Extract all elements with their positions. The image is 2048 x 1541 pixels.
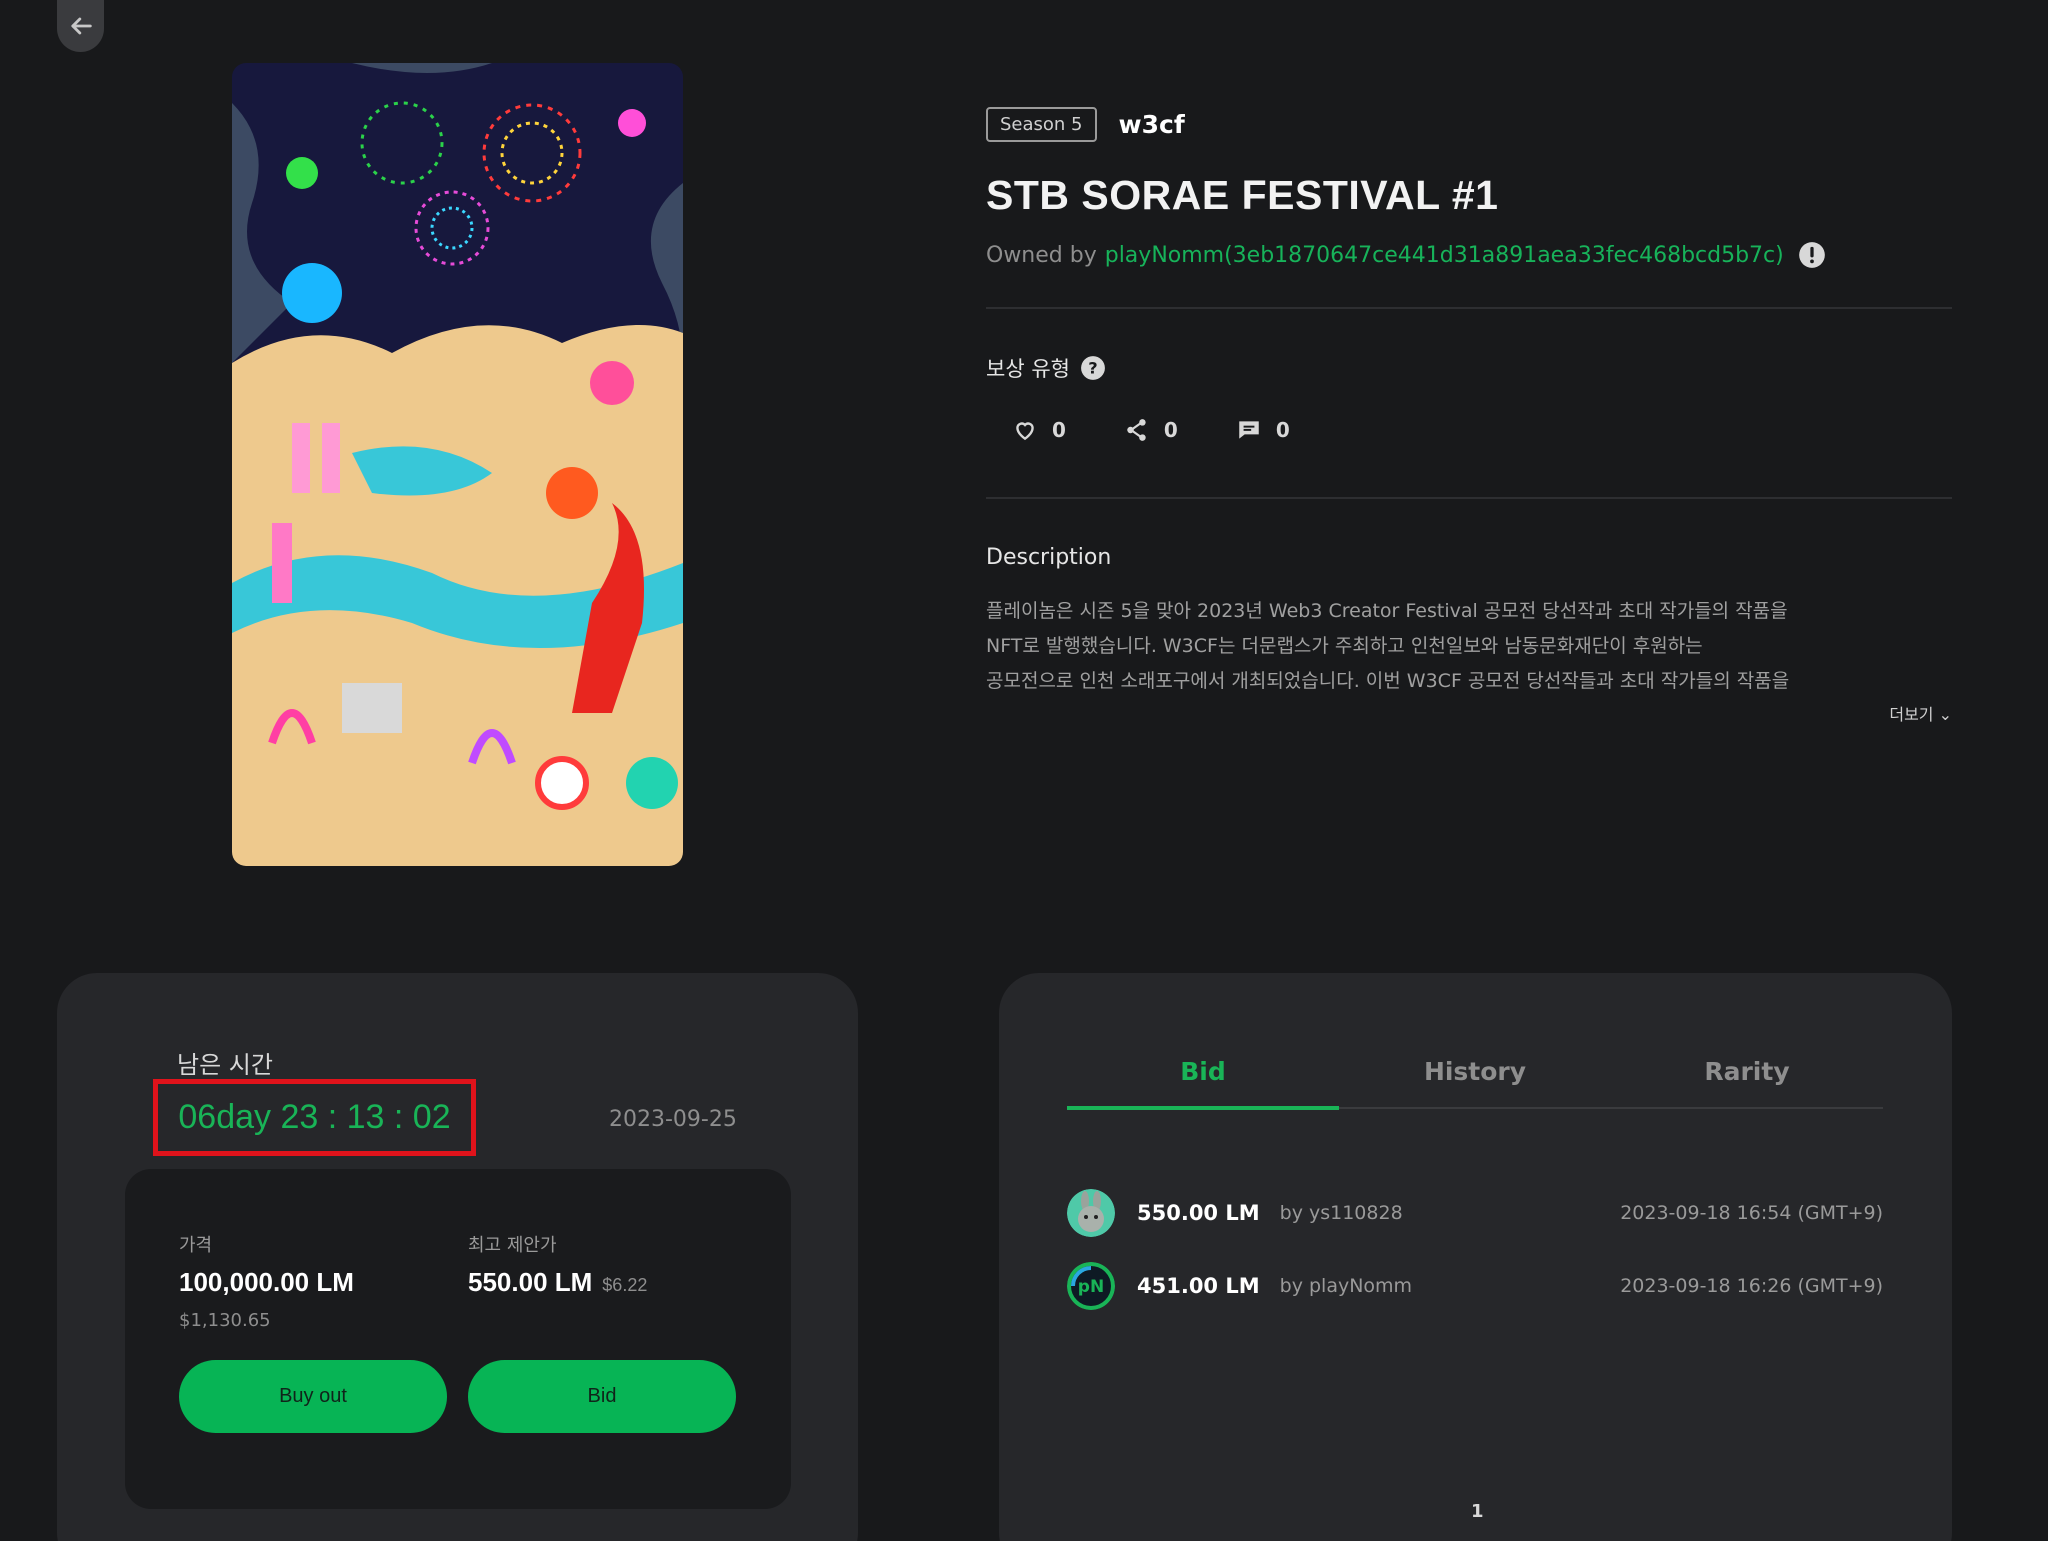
reward-type-label: 보상 유형 xyxy=(986,357,1070,381)
price-card: 가격 100,000.00 LM $1,130.65 최고 제안가 550.00… xyxy=(125,1169,791,1509)
timer-highlight: 06day 23 : 13 : 02 xyxy=(153,1079,476,1156)
bid-amount: 550.00 LM xyxy=(1137,1201,1260,1225)
buy-out-button[interactable]: Buy out xyxy=(179,1360,447,1433)
top-offer-label: 최고 제안가 xyxy=(468,1235,557,1256)
avatar[interactable] xyxy=(1067,1189,1115,1237)
item-info: Season 5 w3cf STB SORAE FESTIVAL #1 Owne… xyxy=(986,104,1952,725)
tab-bid[interactable]: Bid xyxy=(1067,1051,1339,1110)
description-title: Description xyxy=(986,545,1112,570)
bidder-name[interactable]: by ys110828 xyxy=(1280,1202,1403,1224)
bid-button[interactable]: Bid xyxy=(468,1360,736,1433)
price-label: 가격 xyxy=(179,1235,213,1256)
reward-type-row: 보상 유형 ? xyxy=(986,353,1952,383)
price-usd: $1,130.65 xyxy=(179,1310,271,1331)
description-body: 플레이놈은 시즌 5을 맞아 2023년 Web3 Creator Festiv… xyxy=(986,594,1952,699)
divider xyxy=(986,497,1952,499)
bid-row: 550.00 LM by ys110828 2023-09-18 16:54 (… xyxy=(1067,1189,1883,1237)
avatar[interactable]: pN xyxy=(1067,1262,1115,1310)
top-offer-row: 550.00 LM $6.22 xyxy=(468,1267,647,1298)
share-icon xyxy=(1127,419,1146,441)
bidder-name[interactable]: by playNomm xyxy=(1280,1275,1412,1297)
share-button[interactable]: 0 xyxy=(1124,417,1178,443)
back-button[interactable] xyxy=(57,0,104,52)
remaining-time-label: 남은 시간 xyxy=(177,1051,273,1079)
heart-icon xyxy=(1016,422,1034,441)
top-offer-value: 550.00 LM xyxy=(468,1267,593,1297)
svg-text:pN: pN xyxy=(1078,1277,1104,1297)
description-line: 공모전으로 인천 소래포구에서 개최되었습니다. 이번 W3CF 공모전 당선작… xyxy=(986,670,1790,692)
countdown-timer: 06day 23 : 13 : 02 xyxy=(178,1098,451,1136)
tab-bar: Bid History Rarity xyxy=(1067,1051,1883,1110)
like-button[interactable]: 0 xyxy=(1012,417,1066,443)
bunny-avatar-icon xyxy=(1067,1189,1115,1237)
svg-text:?: ? xyxy=(1088,358,1097,377)
bid-amount: 451.00 LM xyxy=(1137,1274,1260,1298)
tab-history[interactable]: History xyxy=(1339,1051,1611,1107)
share-count: 0 xyxy=(1163,418,1178,442)
nft-artwork[interactable] xyxy=(232,63,683,866)
pagination-page[interactable]: 1 xyxy=(1471,1501,1484,1522)
playnomm-logo-icon: pN xyxy=(1067,1262,1115,1310)
description-line: 플레이놈은 시즌 5을 맞아 2023년 Web3 Creator Festiv… xyxy=(986,600,1788,622)
bid-row: pN 451.00 LM by playNomm 2023-09-18 16:2… xyxy=(1067,1262,1883,1310)
owner-prefix: Owned by xyxy=(986,242,1097,268)
more-button[interactable]: 더보기 ⌄ xyxy=(986,701,1952,725)
owner-link[interactable]: playNomm(3eb1870647ce441d31a891aea33fec4… xyxy=(1105,243,1784,268)
top-offer-usd: $6.22 xyxy=(602,1275,648,1295)
end-date: 2023-09-25 xyxy=(609,1107,737,1132)
item-title: STB SORAE FESTIVAL #1 xyxy=(986,172,1499,218)
social-stats: 0 0 0 xyxy=(986,417,1952,443)
description-line: NFT로 발행했습니다. W3CF는 더문랩스가 주최하고 인천일보와 남동문화… xyxy=(986,635,1703,657)
season-badge: Season 5 xyxy=(986,106,1097,142)
collection-name[interactable]: w3cf xyxy=(1119,110,1185,139)
help-icon[interactable]: ? xyxy=(1080,355,1106,381)
arrow-left-icon xyxy=(70,17,92,35)
auction-panel: 남은 시간 06day 23 : 13 : 02 2023-09-25 가격 1… xyxy=(57,973,858,1541)
bid-history-panel: Bid History Rarity 550.00 LM by ys110828… xyxy=(999,973,1952,1541)
report-icon[interactable] xyxy=(1798,241,1826,269)
price-value: 100,000.00 LM xyxy=(179,1267,354,1297)
bid-time: 2023-09-18 16:54 (GMT+9) xyxy=(1620,1202,1883,1224)
top-offer-column: 최고 제안가 550.00 LM $6.22 xyxy=(468,1231,647,1298)
divider xyxy=(986,307,1952,309)
owner-row: Owned by playNomm(3eb1870647ce441d31a891… xyxy=(986,241,1952,269)
bid-time: 2023-09-18 16:26 (GMT+9) xyxy=(1620,1275,1883,1297)
artwork-illustration xyxy=(232,63,683,866)
price-column: 가격 100,000.00 LM $1,130.65 xyxy=(179,1231,354,1331)
tab-rarity[interactable]: Rarity xyxy=(1611,1051,1883,1107)
comment-count: 0 xyxy=(1275,418,1290,442)
comment-button[interactable]: 0 xyxy=(1236,417,1290,443)
comment-icon xyxy=(1239,421,1259,439)
like-count: 0 xyxy=(1052,418,1066,442)
